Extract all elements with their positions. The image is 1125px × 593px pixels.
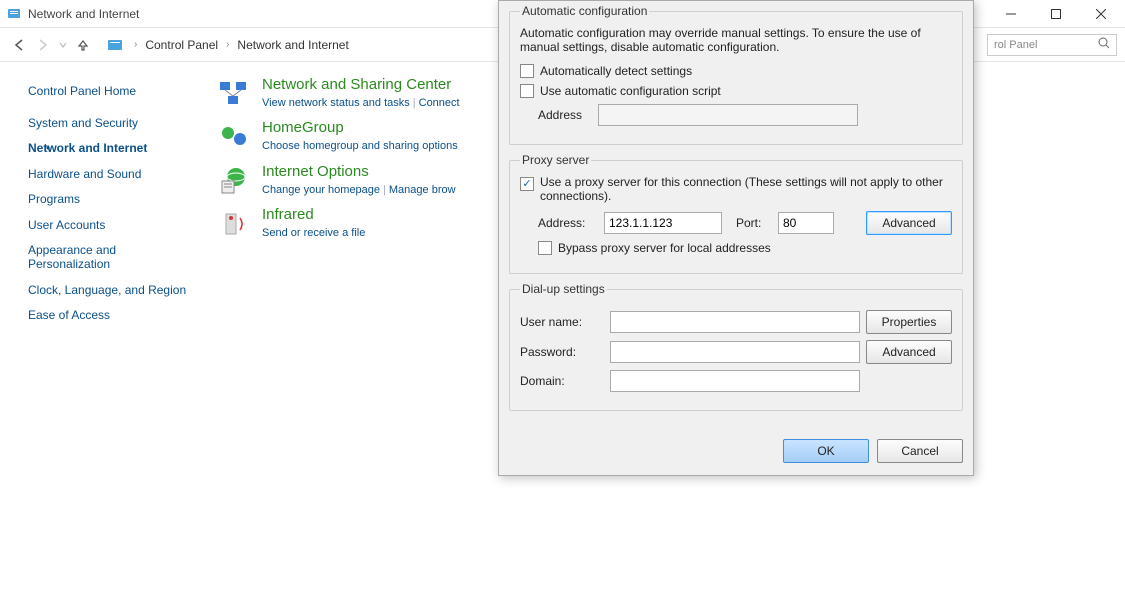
properties-button[interactable]: Properties — [866, 310, 952, 334]
network-sharing-icon — [218, 78, 250, 110]
dialup-advanced-button[interactable]: Advanced — [866, 340, 952, 364]
proxy-address-input[interactable] — [604, 212, 722, 234]
auto-detect-checkbox[interactable] — [520, 64, 534, 78]
chevron-icon[interactable]: › — [134, 39, 137, 50]
dialog-footer: OK Cancel — [499, 431, 973, 475]
active-bullet-icon: • — [46, 141, 50, 155]
infrared-icon — [218, 208, 250, 240]
auto-config-script-checkbox[interactable] — [520, 84, 534, 98]
checkbox-label: Bypass proxy server for local addresses — [558, 241, 771, 255]
bypass-local-checkbox[interactable] — [538, 241, 552, 255]
separator: | — [413, 97, 416, 109]
domain-label: Domain: — [520, 374, 610, 388]
sidebar-item[interactable]: Ease of Access — [28, 308, 200, 322]
sidebar-item[interactable]: User Accounts — [28, 218, 200, 232]
proxy-settings-dialog: Automatic configuration Automatic config… — [498, 0, 974, 476]
window-controls — [988, 0, 1123, 28]
checkbox-label: Automatically detect settings — [540, 64, 692, 78]
category-title[interactable]: HomeGroup — [262, 119, 458, 136]
search-input[interactable]: rol Panel — [987, 34, 1117, 56]
category-link[interactable]: Choose homegroup and sharing options — [262, 140, 458, 152]
search-placeholder: rol Panel — [994, 39, 1037, 51]
breadcrumb-item[interactable]: Control Panel — [141, 36, 222, 54]
search-icon[interactable] — [1098, 37, 1110, 52]
password-input[interactable] — [610, 341, 860, 363]
sidebar-item[interactable]: Programs — [28, 192, 200, 206]
group-description: Automatic configuration may override man… — [520, 26, 952, 54]
category-title[interactable]: Network and Sharing Center — [262, 76, 460, 93]
domain-input[interactable] — [610, 370, 860, 392]
group-legend: Dial-up settings — [520, 282, 607, 296]
up-button[interactable] — [72, 34, 94, 56]
username-input[interactable] — [610, 311, 860, 333]
ok-button[interactable]: OK — [783, 439, 869, 463]
use-proxy-checkbox[interactable] — [520, 177, 534, 191]
window-icon — [6, 6, 22, 22]
cancel-button[interactable]: Cancel — [877, 439, 963, 463]
breadcrumb-item[interactable]: Network and Internet — [233, 36, 352, 54]
separator: | — [383, 184, 386, 196]
group-legend: Automatic configuration — [520, 4, 649, 18]
proxy-address-label: Address: — [538, 216, 604, 230]
proxy-server-group: Proxy server Use a proxy server for this… — [509, 153, 963, 274]
sidebar-item-active[interactable]: Network and Internet — [28, 141, 200, 155]
back-button[interactable] — [8, 34, 30, 56]
auto-config-address-input — [598, 104, 858, 126]
recent-dropdown[interactable] — [56, 34, 70, 56]
internet-options-icon — [218, 165, 250, 197]
control-panel-home-link[interactable]: Control Panel Home — [28, 84, 200, 98]
username-label: User name: — [520, 315, 610, 329]
minimize-button[interactable] — [988, 0, 1033, 28]
password-label: Password: — [520, 345, 610, 359]
sidebar-item[interactable]: Clock, Language, and Region — [28, 283, 200, 297]
category-link[interactable]: Change your homepage — [262, 184, 380, 196]
group-legend: Proxy server — [520, 153, 591, 167]
checkbox-label: Use automatic configuration script — [540, 84, 721, 98]
sidebar: Control Panel Home System and Security •… — [0, 62, 200, 593]
homegroup-icon — [218, 121, 250, 153]
category-link[interactable]: Send or receive a file — [262, 227, 365, 239]
sidebar-item[interactable]: Appearance and Personalization — [28, 243, 158, 272]
checkbox-label: Use a proxy server for this connection (… — [540, 175, 952, 203]
proxy-port-label: Port: — [736, 216, 778, 230]
category-link[interactable]: Manage brow — [389, 184, 456, 196]
maximize-button[interactable] — [1033, 0, 1078, 28]
window-title: Network and Internet — [28, 7, 139, 21]
sidebar-item[interactable]: System and Security — [28, 116, 200, 130]
category-link[interactable]: View network status and tasks — [262, 97, 410, 109]
category-title[interactable]: Infrared — [262, 206, 365, 223]
forward-button[interactable] — [32, 34, 54, 56]
close-button[interactable] — [1078, 0, 1123, 28]
automatic-configuration-group: Automatic configuration Automatic config… — [509, 4, 963, 145]
sidebar-item[interactable]: Hardware and Sound — [28, 167, 200, 181]
proxy-port-input[interactable] — [778, 212, 834, 234]
category-link[interactable]: Connect — [419, 97, 460, 109]
category-title[interactable]: Internet Options — [262, 163, 456, 180]
chevron-icon[interactable]: › — [226, 39, 229, 50]
proxy-advanced-button[interactable]: Advanced — [866, 211, 952, 235]
dialup-settings-group: Dial-up settings User name: Properties P… — [509, 282, 963, 411]
location-icon — [106, 36, 124, 54]
address-label: Address — [520, 108, 598, 122]
